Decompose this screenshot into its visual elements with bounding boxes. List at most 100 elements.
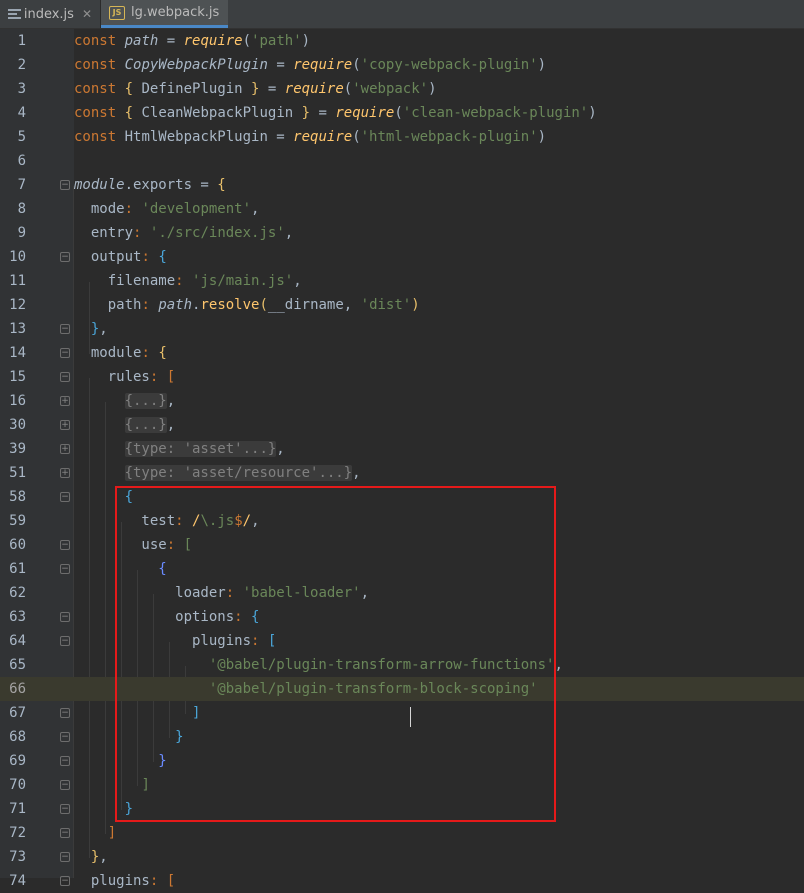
fold-collapse-icon[interactable]: − <box>60 252 70 262</box>
fold-collapse-icon[interactable]: − <box>60 492 70 502</box>
line-number: 1 <box>17 33 26 49</box>
line-number: 66 <box>9 681 26 697</box>
code-line[interactable]: 15 − rules: [ <box>0 365 804 389</box>
code-text: const path = require('path') <box>74 33 311 49</box>
code-text: module.exports = { <box>74 177 226 193</box>
line-number: 72 <box>9 825 26 841</box>
list-lines-icon <box>8 9 21 19</box>
code-line[interactable]: 10 − output: { <box>0 245 804 269</box>
line-number: 73 <box>9 849 26 865</box>
line-number: 51 <box>9 465 26 481</box>
fold-end-icon[interactable]: − <box>60 732 70 742</box>
line-number: 69 <box>9 753 26 769</box>
tab-index-js[interactable]: index.js ✕ <box>0 0 100 28</box>
code-line[interactable]: 12 path: path.resolve(__dirname, 'dist') <box>0 293 804 317</box>
line-number: 74 <box>9 873 26 889</box>
line-number: 15 <box>9 369 26 385</box>
line-number: 5 <box>17 129 26 145</box>
line-number: 11 <box>9 273 26 289</box>
fold-collapse-icon[interactable]: − <box>60 564 70 574</box>
line-number: 67 <box>9 705 26 721</box>
code-line[interactable]: 9 entry: './src/index.js', <box>0 221 804 245</box>
code-text: mode: 'development', <box>74 201 260 217</box>
code-text: }, <box>90 849 108 865</box>
fold-expand-icon[interactable]: + <box>60 444 70 454</box>
code-line[interactable]: 16 + {...}, <box>0 389 804 413</box>
line-number: 65 <box>9 657 26 673</box>
fold-end-icon[interactable]: − <box>60 756 70 766</box>
code-line[interactable]: 5 const HtmlWebpackPlugin = require('htm… <box>0 125 804 149</box>
code-text: ] <box>107 825 117 841</box>
line-number: 9 <box>17 225 26 241</box>
code-text: rules: [ <box>74 369 176 385</box>
line-number: 39 <box>9 441 26 457</box>
fold-end-icon[interactable]: − <box>60 324 70 334</box>
fold-collapse-icon[interactable]: − <box>60 348 70 358</box>
code-line[interactable]: 4 const { CleanWebpackPlugin } = require… <box>0 101 804 125</box>
fold-expand-icon[interactable]: + <box>60 420 70 430</box>
code-line[interactable]: 39 + {type: 'asset'...}, <box>0 437 804 461</box>
line-number: 14 <box>9 345 26 361</box>
code-text: entry: './src/index.js', <box>74 225 294 241</box>
line-number: 7 <box>17 177 26 193</box>
line-number: 62 <box>9 585 26 601</box>
fold-collapse-icon[interactable]: − <box>60 636 70 646</box>
code-line[interactable]: 13 − }, <box>0 317 804 341</box>
js-file-icon: JS <box>109 5 125 20</box>
code-line[interactable]: 8 mode: 'development', <box>0 197 804 221</box>
code-line[interactable]: 7 − module.exports = { <box>0 173 804 197</box>
tab-label: index.js <box>23 6 74 22</box>
code-line[interactable]: 2 const CopyWebpackPlugin = require('cop… <box>0 53 804 77</box>
code-text: const { DefinePlugin } = require('webpac… <box>74 81 437 97</box>
line-number: 2 <box>17 57 26 73</box>
fold-end-icon[interactable]: − <box>60 708 70 718</box>
line-number: 63 <box>9 609 26 625</box>
line-number: 30 <box>9 417 26 433</box>
code-line[interactable]: 6 <box>0 149 804 173</box>
fold-collapse-icon[interactable]: − <box>60 180 70 190</box>
tab-lg-webpack-js[interactable]: JS lg.webpack.js <box>101 0 228 28</box>
fold-end-icon[interactable]: − <box>60 780 70 790</box>
fold-expand-icon[interactable]: + <box>60 396 70 406</box>
code-text: {type: 'asset'...}, <box>124 441 285 457</box>
line-number: 8 <box>17 201 26 217</box>
highlight-annotation-box <box>115 486 556 822</box>
editor-tab-bar: index.js ✕ JS lg.webpack.js <box>0 0 804 29</box>
code-line[interactable]: 30 + {...}, <box>0 413 804 437</box>
line-number: 3 <box>17 81 26 97</box>
code-line[interactable]: 51 + {type: 'asset/resource'...}, <box>0 461 804 485</box>
code-text: const CopyWebpackPlugin = require('copy-… <box>74 57 547 73</box>
code-text: path: path.resolve(__dirname, 'dist') <box>74 297 420 313</box>
close-icon[interactable]: ✕ <box>82 7 92 21</box>
line-number: 60 <box>9 537 26 553</box>
line-number: 13 <box>9 321 26 337</box>
code-text: plugins: [ <box>74 873 176 889</box>
code-line[interactable]: 1 const path = require('path') <box>0 29 804 53</box>
fold-end-icon[interactable]: − <box>60 852 70 862</box>
line-number: 64 <box>9 633 26 649</box>
code-line[interactable]: 11 filename: 'js/main.js', <box>0 269 804 293</box>
code-line[interactable]: 73 − }, <box>0 845 804 869</box>
code-line[interactable]: 3 const { DefinePlugin } = require('webp… <box>0 77 804 101</box>
line-number: 58 <box>9 489 26 505</box>
fold-end-icon[interactable]: − <box>60 828 70 838</box>
fold-collapse-icon[interactable]: − <box>60 612 70 622</box>
code-line[interactable]: 72 − ] <box>0 821 804 845</box>
code-text: output: { <box>74 249 167 265</box>
code-text: {type: 'asset/resource'...}, <box>124 465 361 481</box>
code-text: }, <box>90 321 108 337</box>
line-number: 10 <box>9 249 26 265</box>
code-text: {...}, <box>124 393 176 409</box>
tab-label: lg.webpack.js <box>131 5 220 20</box>
fold-end-icon[interactable]: − <box>60 804 70 814</box>
code-text: module: { <box>74 345 167 361</box>
line-number: 70 <box>9 777 26 793</box>
fold-expand-icon[interactable]: + <box>60 468 70 478</box>
code-line[interactable]: 14 − module: { <box>0 341 804 365</box>
code-line[interactable]: 74 − plugins: [ <box>0 869 804 893</box>
line-number: 71 <box>9 801 26 817</box>
fold-collapse-icon[interactable]: − <box>60 540 70 550</box>
fold-collapse-icon[interactable]: − <box>60 372 70 382</box>
line-number: 68 <box>9 729 26 745</box>
code-text: {...}, <box>124 417 176 433</box>
